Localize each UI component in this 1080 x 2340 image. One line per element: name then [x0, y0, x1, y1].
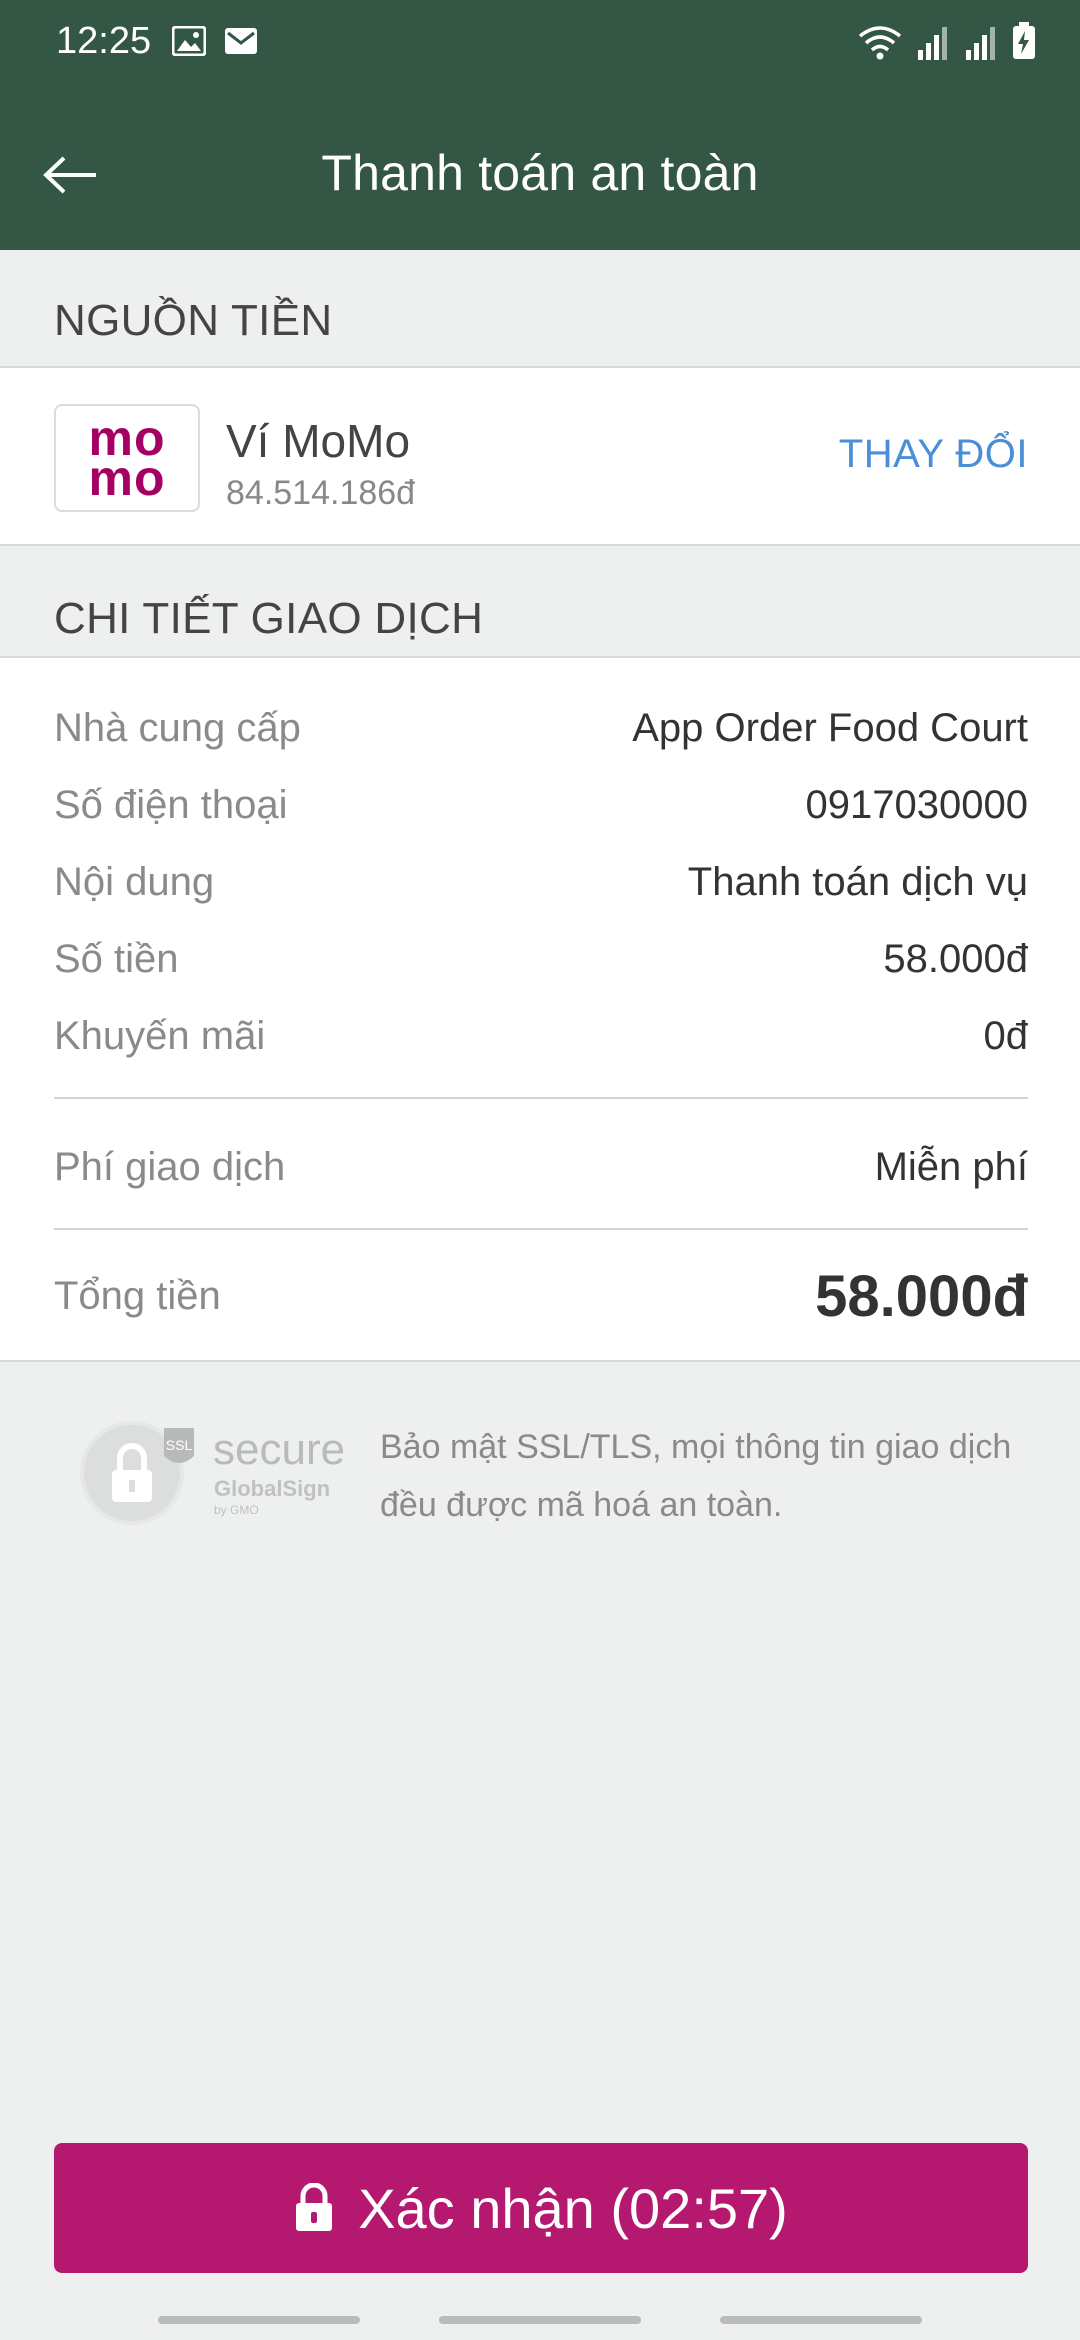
divider [54, 1097, 1028, 1099]
page-title: Thanh toán an toàn [321, 145, 759, 201]
image-icon [172, 26, 206, 56]
detail-row-fee: Phí giao dịch Miễn phí [54, 1139, 1028, 1195]
svg-text:GlobalSign: GlobalSign [214, 1476, 330, 1501]
security-note: Bảo mật SSL/TLS, mọi thông tin giao dịch… [380, 1428, 1012, 1524]
signal-icon [966, 27, 995, 60]
funding-source-heading: NGUỒN TIỀN [54, 296, 333, 345]
detail-row-provider: Nhà cung cấp App Order Food Court [54, 700, 1028, 756]
detail-label: Số điện thoại [54, 782, 288, 827]
svg-text:by GMO: by GMO [214, 1503, 259, 1517]
confirm-button[interactable]: Xác nhận (02:57) [54, 2143, 1028, 2273]
lock-icon [296, 2183, 333, 2231]
detail-label: Khuyến mãi [54, 1013, 266, 1058]
detail-label: Phí giao dịch [54, 1144, 286, 1189]
detail-row-phone: Số điện thoại 0917030000 [54, 777, 1028, 833]
divider [54, 1228, 1028, 1230]
confirm-label: Xác nhận (02:57) [358, 2176, 788, 2240]
detail-value: 0đ [983, 1013, 1029, 1058]
momo-logo: mo mo [54, 404, 200, 512]
detail-value: Miễn phí [874, 1144, 1028, 1189]
funding-source-card: mo mo Ví MoMo 84.514.186đ THAY ĐỔI [0, 366, 1080, 546]
detail-value: App Order Food Court [632, 705, 1028, 750]
status-notification-icons [172, 26, 258, 56]
nav-recent-hint[interactable] [158, 2316, 360, 2324]
detail-row-promotion: Khuyến mãi 0đ [54, 1008, 1028, 1064]
detail-label: Số tiền [54, 936, 179, 981]
nav-back-hint[interactable] [720, 2316, 922, 2324]
detail-row-total: Tổng tiền 58.000đ [54, 1262, 1028, 1330]
nav-home-hint[interactable] [439, 2316, 641, 2324]
detail-row-amount: Số tiền 58.000đ [54, 931, 1028, 987]
wifi-icon [858, 26, 902, 60]
ssl-secure-badge: SSL secure GlobalSign by GMO [80, 1421, 345, 1525]
change-source-button[interactable]: THAY ĐỔI [839, 432, 1028, 477]
detail-value: 0917030000 [805, 782, 1028, 827]
detail-value: Thanh toán dịch vụ [687, 859, 1028, 904]
detail-label: Nội dung [54, 859, 215, 904]
signal-icon [918, 27, 947, 60]
detail-label: Nhà cung cấp [54, 705, 301, 750]
transaction-details-heading: CHI TIẾT GIAO DỊCH [54, 594, 484, 643]
total-value: 58.000đ [815, 1263, 1028, 1329]
battery-charging-icon [1013, 22, 1035, 59]
svg-text:secure: secure [213, 1425, 345, 1474]
wallet-name: Ví MoMo [226, 415, 411, 467]
detail-row-content: Nội dung Thanh toán dịch vụ [54, 854, 1028, 910]
total-label: Tổng tiền [54, 1273, 221, 1318]
wallet-balance: 84.514.186đ [226, 474, 416, 512]
mail-icon [225, 28, 257, 54]
svg-text:SSL: SSL [166, 1437, 193, 1453]
detail-value: 58.000đ [883, 936, 1028, 981]
status-time: 12:25 [56, 20, 152, 62]
status-system-icons [858, 22, 1036, 60]
status-bar: 12:25 [0, 0, 1080, 84]
